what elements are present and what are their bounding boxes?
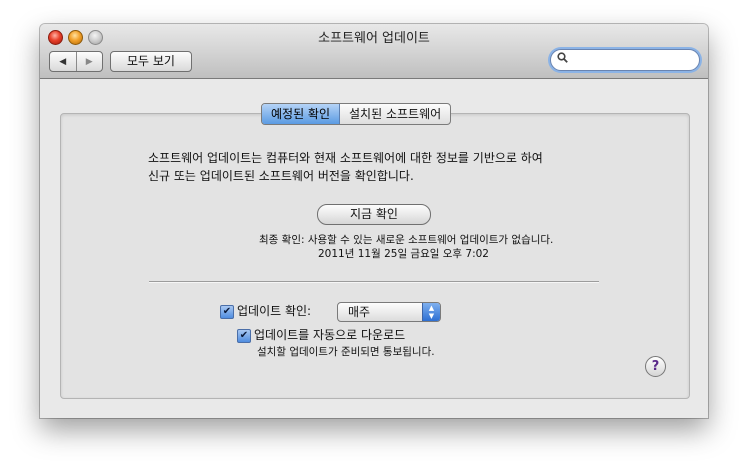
divider — [149, 281, 599, 283]
description-line: 신규 또는 업데이트된 소프트웨어 버전을 확인합니다. — [148, 169, 414, 183]
auto-download-label[interactable]: 업데이트를 자동으로 다운로드 — [254, 328, 405, 343]
description-line: 소프트웨어 업데이트는 컴퓨터와 현재 소프트웨어에 대한 정보를 기반으로 하… — [148, 151, 543, 165]
notify-note: 설치할 업데이트가 준비되면 통보됩니다. — [257, 346, 435, 358]
tab-installed-software[interactable]: 설치된 소프트웨어 — [340, 104, 450, 124]
preferences-window: 소프트웨어 업데이트 ◀ ▶ 모두 보기 예정된 확인 설치된 소프트웨어 소프… — [40, 24, 708, 418]
search-input[interactable] — [571, 52, 695, 69]
frequency-value: 매주 — [348, 305, 371, 319]
description-text: 소프트웨어 업데이트는 컴퓨터와 현재 소프트웨어에 대한 정보를 기반으로 하… — [148, 149, 628, 185]
back-forward-control: ◀ ▶ — [49, 51, 103, 72]
back-arrow-icon[interactable]: ◀ — [50, 52, 77, 71]
help-button[interactable]: ? — [645, 356, 666, 377]
auto-download-checkbox[interactable]: ✔ — [237, 329, 251, 343]
forward-arrow-icon[interactable]: ▶ — [77, 52, 103, 71]
check-updates-label[interactable]: 업데이트 확인: — [237, 304, 311, 319]
window-title: 소프트웨어 업데이트 — [318, 31, 430, 46]
frequency-popup[interactable]: 매주 ▲ ▼ — [337, 302, 441, 322]
title-bar[interactable]: 소프트웨어 업데이트 ◀ ▶ 모두 보기 — [40, 24, 708, 79]
tab-scheduled-check[interactable]: 예정된 확인 — [262, 104, 341, 124]
last-check-date: 2011년 11월 25일 금요일 오후 7:02 — [318, 248, 489, 260]
popup-arrows-icon: ▲ ▼ — [422, 303, 440, 321]
search-icon — [557, 52, 568, 66]
check-now-button[interactable]: 지금 확인 — [317, 204, 431, 225]
check-updates-checkbox[interactable]: ✔ — [220, 305, 234, 319]
last-check-status: 최종 확인: 사용할 수 있는 새로운 소프트웨어 업데이트가 없습니다. — [259, 234, 554, 246]
search-field[interactable] — [550, 49, 700, 71]
tab-bar: 예정된 확인 설치된 소프트웨어 — [261, 103, 452, 125]
show-all-button[interactable]: 모두 보기 — [110, 51, 192, 72]
